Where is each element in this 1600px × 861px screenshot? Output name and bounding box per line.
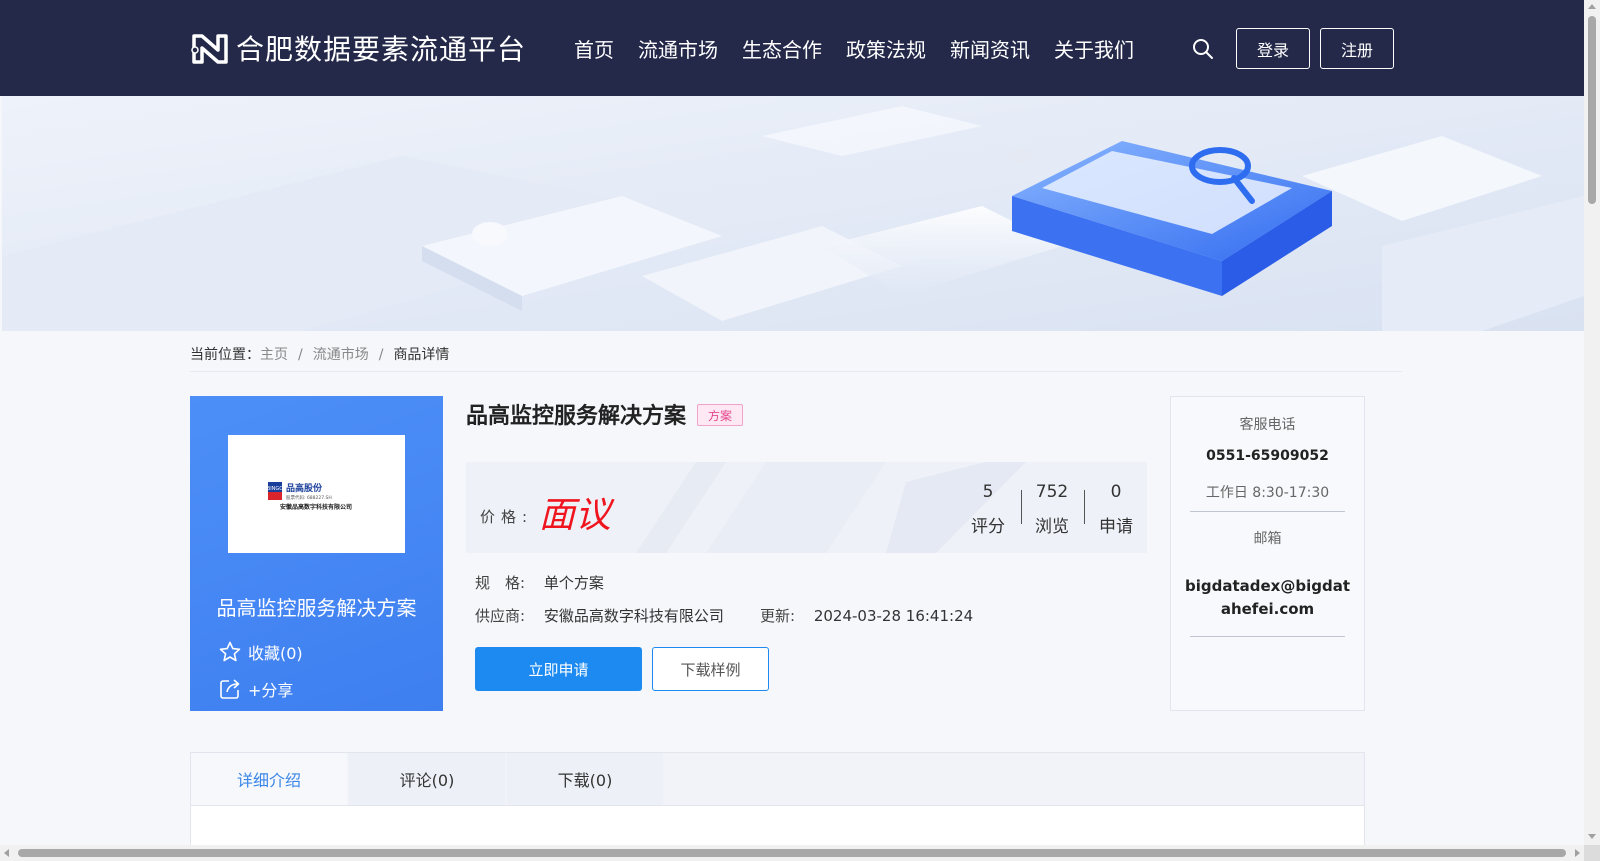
main-nav: 首页 流通市场 生态合作 政策法规 新闻资讯 关于我们	[574, 34, 1158, 63]
product-logo: BINGO 品高股份 股票代码: 688227.SH 安徽品高数字科技有限公司	[228, 435, 405, 553]
logo-company-cn: 品高股份	[286, 482, 323, 494]
phone-number: 0551-65909052	[1206, 448, 1329, 464]
supplier-row: 供应商: 安徽品高数字科技有限公司	[475, 605, 724, 626]
register-button[interactable]: 注册	[1320, 28, 1394, 69]
stat-label: 申请	[1099, 517, 1133, 537]
apply-button[interactable]: 立即申请	[475, 647, 642, 691]
nav-item-policy[interactable]: 政策法规	[846, 34, 926, 63]
horizontal-scrollbar[interactable]	[0, 845, 1584, 861]
share-label: +分享	[248, 681, 294, 700]
updated-row: 更新: 2024-03-28 16:41:24	[760, 605, 973, 626]
service-hours: 工作日 8:30-17:30	[1205, 485, 1330, 501]
star-icon	[219, 641, 241, 662]
nav-item-about[interactable]: 关于我们	[1054, 34, 1134, 63]
site-logo[interactable]: 合肥数据要素流通平台	[190, 28, 526, 68]
banner-illustration	[2, 96, 1584, 331]
contact-panel: 客服电话 0551-65909052 工作日 8:30-17:30 邮箱 big…	[1170, 396, 1365, 711]
company-logo-image: BINGO 品高股份 股票代码: 688227.SH 安徽品高数字科技有限公司	[267, 482, 352, 511]
tab-comments[interactable]: 评论(0)	[349, 753, 505, 805]
scroll-up-arrow-icon[interactable]	[1588, 4, 1596, 9]
card-title: 品高监控服务解决方案	[216, 596, 417, 620]
tab-content	[190, 806, 1365, 846]
share-icon	[220, 679, 240, 699]
favorite-button[interactable]: 收藏(0)	[218, 640, 303, 664]
tab-downloads[interactable]: 下载(0)	[507, 753, 663, 805]
stat-views: 752 浏览	[1022, 482, 1082, 537]
spec-row: 规 格: 单个方案	[475, 572, 604, 593]
breadcrumb-home[interactable]: 主页	[260, 347, 288, 363]
tab-details[interactable]: 详细介绍	[191, 753, 347, 805]
stat-label: 评分	[971, 517, 1005, 537]
logo-text: 合肥数据要素流通平台	[236, 33, 527, 66]
logo-brand: BINGO	[267, 486, 284, 492]
updated-value: 2024-03-28 16:41:24	[813, 607, 974, 625]
breadcrumb-divider	[190, 371, 1402, 372]
hero-banner	[2, 96, 1584, 331]
stat-applications: 0 申请	[1086, 482, 1146, 537]
stat-value: 752	[1035, 482, 1069, 502]
vertical-scrollbar[interactable]	[1584, 0, 1600, 845]
scroll-down-arrow-icon[interactable]	[1588, 834, 1596, 839]
price-value: 面议	[539, 495, 612, 536]
nav-item-news[interactable]: 新闻资讯	[950, 34, 1030, 63]
logo-stock: 股票代码: 688227.SH	[286, 494, 332, 501]
scroll-left-arrow-icon[interactable]	[4, 849, 9, 857]
nav-item-ecosystem[interactable]: 生态合作	[742, 34, 822, 63]
price-panel: 价格: 面议 5 评分 752 浏览 0 申请	[466, 462, 1147, 553]
breadcrumb: 当前位置：主页 / 流通市场 / 商品详情	[190, 344, 449, 364]
supplier-value: 安徽品高数字科技有限公司	[543, 607, 724, 625]
spec-label: 规 格:	[475, 574, 526, 592]
breadcrumb-prefix: 当前位置：	[190, 347, 260, 363]
scrollbar-corner	[1584, 845, 1600, 861]
stat-label: 浏览	[1035, 517, 1069, 537]
scroll-right-arrow-icon[interactable]	[1575, 849, 1580, 857]
nav-item-market[interactable]: 流通市场	[638, 34, 718, 63]
breadcrumb-separator: /	[298, 347, 303, 363]
email-label: 邮箱	[1253, 531, 1282, 547]
product-card: BINGO 品高股份 股票代码: 688227.SH 安徽品高数字科技有限公司 …	[190, 396, 443, 711]
horizontal-scroll-thumb[interactable]	[18, 849, 1566, 857]
phone-label: 客服电话	[1239, 417, 1296, 433]
detail-tabs: 详细介绍 评论(0) 下载(0)	[190, 752, 1365, 806]
logo-company-full: 安徽品高数字科技有限公司	[280, 503, 352, 511]
stat-divider	[1084, 490, 1085, 524]
stat-value: 0	[1110, 482, 1122, 502]
updated-label: 更新:	[760, 607, 796, 625]
price-label: 价格:	[480, 508, 534, 526]
contact-divider	[1190, 511, 1345, 512]
favorite-label: 收藏(0)	[248, 644, 303, 663]
category-tag: 方案	[697, 404, 743, 426]
top-header: 合肥数据要素流通平台 首页 流通市场 生态合作 政策法规 新闻资讯 关于我们 登…	[0, 0, 1584, 96]
stat-rating: 5 评分	[958, 482, 1018, 537]
logo-icon	[191, 34, 228, 64]
search-icon[interactable]	[1192, 38, 1214, 60]
breadcrumb-market[interactable]: 流通市场	[313, 347, 369, 363]
vertical-scroll-thumb[interactable]	[1588, 16, 1596, 204]
breadcrumb-separator: /	[378, 347, 384, 363]
breadcrumb-current: 商品详情	[393, 347, 450, 363]
product-title: 品高监控服务解决方案	[466, 404, 687, 429]
download-sample-button[interactable]: 下载样例	[652, 647, 769, 691]
nav-item-home[interactable]: 首页	[574, 34, 614, 63]
supplier-label: 供应商:	[475, 607, 526, 625]
login-button[interactable]: 登录	[1236, 28, 1310, 69]
stat-value: 5	[982, 482, 994, 502]
contact-divider	[1190, 636, 1345, 637]
email-address[interactable]: bigdatadex@bigdatahefei.com	[1171, 575, 1364, 621]
spec-value: 单个方案	[543, 574, 604, 592]
share-button[interactable]: +分享	[218, 677, 293, 701]
